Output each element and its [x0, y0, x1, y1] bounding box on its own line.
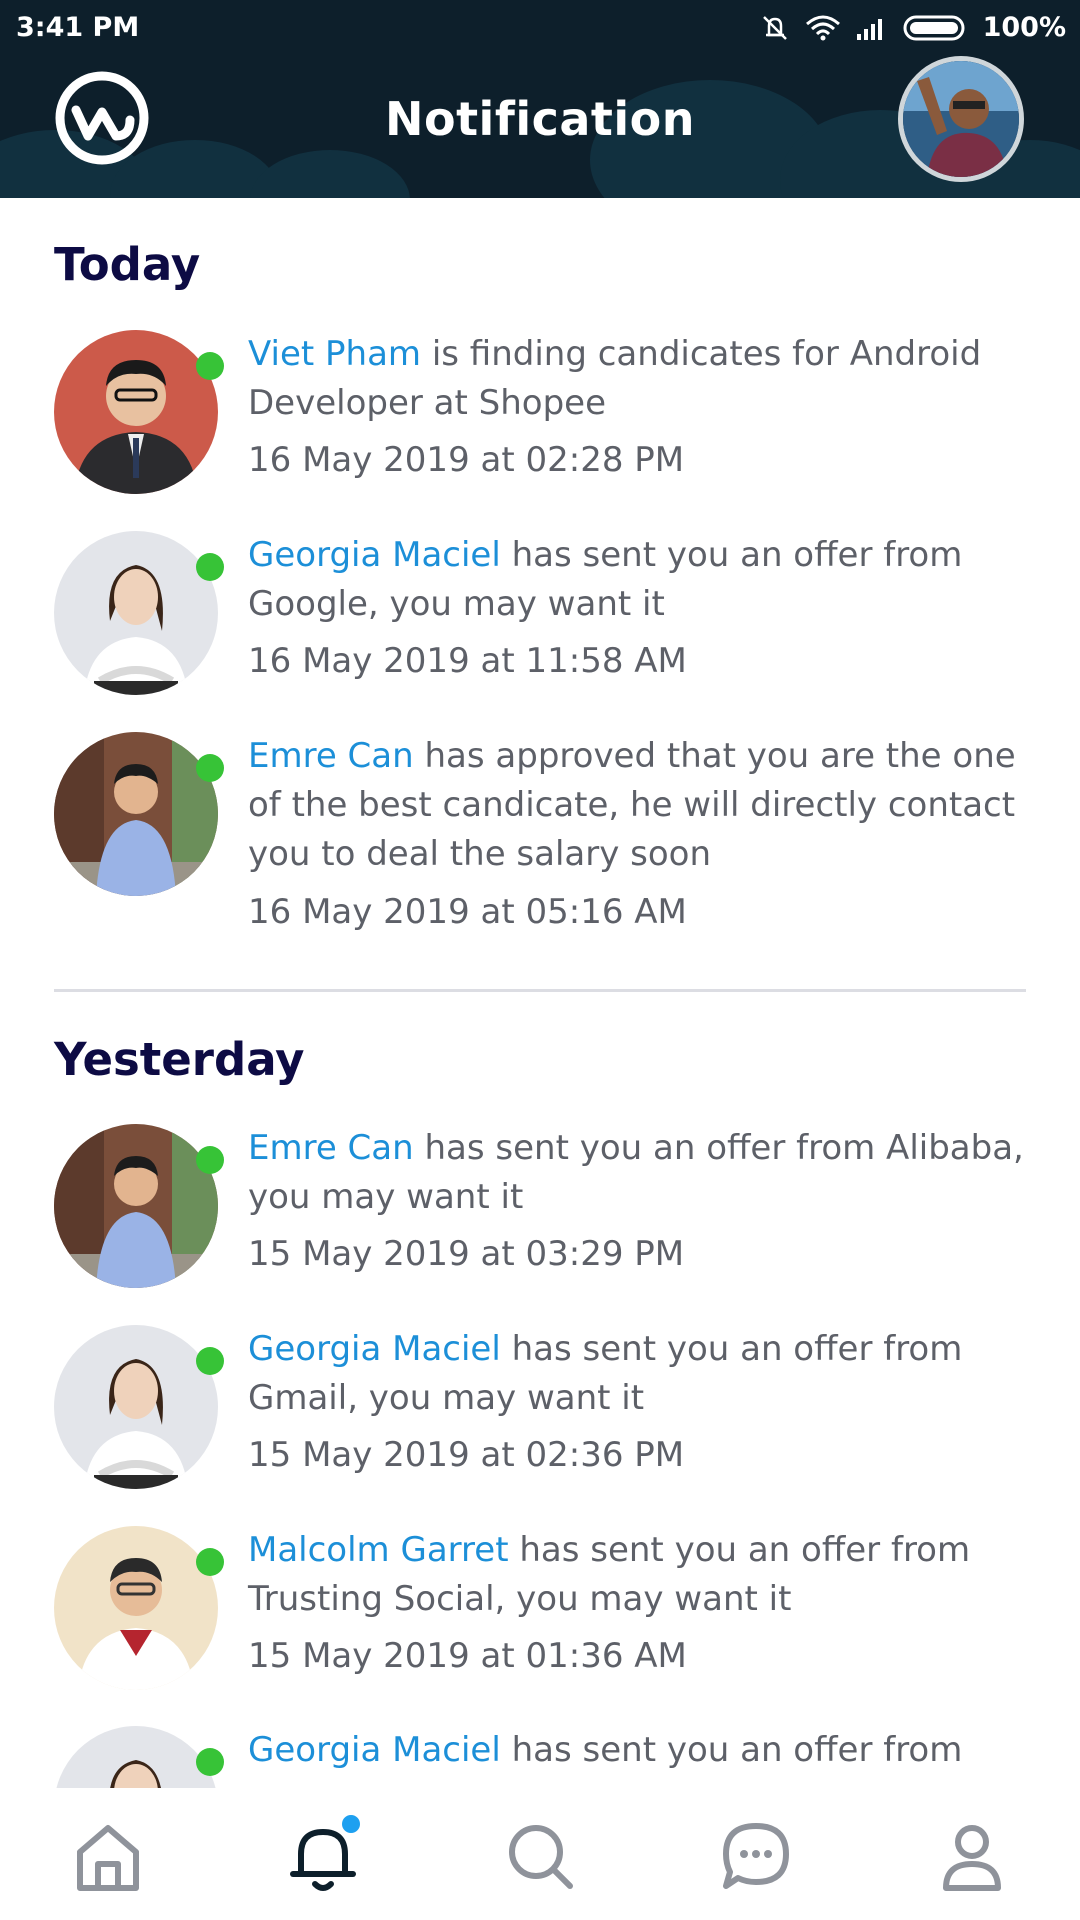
section-title-today: Today	[54, 238, 201, 291]
status-time: 3:41 PM	[16, 12, 140, 43]
notification-time: 16 May 2019 at 02:28 PM	[248, 440, 685, 480]
battery-icon	[903, 15, 965, 40]
user-name-link[interactable]: Emre Can	[248, 1128, 414, 1168]
notification-text: Emre Can has sent you an offer from Alib…	[248, 1124, 1028, 1222]
notification-text: Malcolm Garret has sent you an offer fro…	[248, 1526, 1028, 1624]
notification-time: 15 May 2019 at 02:36 PM	[248, 1435, 685, 1475]
user-name-link[interactable]: Viet Pham	[248, 334, 421, 374]
profile-icon	[943, 1825, 1001, 1891]
notification-text: Georgia Maciel has sent you an offer fro…	[248, 1325, 1028, 1423]
online-status-dot	[196, 1748, 224, 1776]
user-avatar[interactable]	[54, 1526, 218, 1690]
nav-notifications[interactable]	[283, 1812, 363, 1896]
section-title-yesterday: Yesterday	[54, 1033, 305, 1086]
bottom-navigation	[0, 1788, 1080, 1920]
nav-search[interactable]	[500, 1816, 580, 1896]
nav-messages[interactable]	[716, 1816, 796, 1896]
user-avatar[interactable]	[54, 330, 218, 494]
user-name-link[interactable]: Georgia Maciel	[248, 535, 501, 575]
online-status-dot	[196, 553, 224, 581]
notification-text: Viet Pham is finding candicates for Andr…	[248, 330, 1028, 428]
user-avatar[interactable]	[54, 1325, 218, 1489]
online-status-dot	[196, 1548, 224, 1576]
home-icon	[77, 1825, 139, 1891]
section-divider	[54, 989, 1026, 992]
user-name-link[interactable]: Georgia Maciel	[248, 1730, 501, 1770]
user-avatar[interactable]	[54, 531, 218, 695]
battery-percent: 100%	[982, 12, 1066, 43]
user-name-link[interactable]: Georgia Maciel	[248, 1329, 501, 1369]
chat-icon	[723, 1823, 789, 1889]
online-status-dot	[196, 1347, 224, 1375]
wifi-icon	[805, 15, 840, 40]
notification-badge	[339, 1812, 363, 1836]
user-name-link[interactable]: Malcolm Garret	[248, 1530, 509, 1570]
notification-time: 16 May 2019 at 11:58 AM	[248, 641, 687, 681]
nav-home[interactable]	[68, 1816, 148, 1896]
notification-time: 15 May 2019 at 01:36 AM	[248, 1636, 687, 1676]
notification-text: Georgia Maciel has sent you an offer fro…	[248, 1726, 1028, 1775]
notification-time: 16 May 2019 at 05:16 AM	[248, 892, 687, 932]
status-icons: 100%	[759, 12, 1066, 43]
status-bar: 3:41 PM 100%	[0, 0, 1080, 56]
user-avatar[interactable]	[54, 1726, 218, 1788]
user-avatar[interactable]	[54, 1124, 218, 1288]
user-avatar[interactable]	[54, 732, 218, 896]
profile-avatar[interactable]	[898, 56, 1024, 182]
app-header: 3:41 PM 100% Notification	[0, 0, 1080, 198]
user-name-link[interactable]: Emre Can	[248, 736, 414, 776]
header-cloud	[250, 150, 410, 198]
silent-icon	[762, 15, 787, 40]
signal-icon	[856, 18, 882, 40]
online-status-dot	[196, 754, 224, 782]
notification-message: has sent you an offer from	[511, 1730, 963, 1770]
notification-text: Emre Can has approved that you are the o…	[248, 732, 1028, 879]
notification-text: Georgia Maciel has sent you an offer fro…	[248, 531, 1028, 629]
search-icon	[509, 1825, 573, 1889]
nav-profile[interactable]	[932, 1816, 1012, 1896]
notification-time: 15 May 2019 at 03:29 PM	[248, 1234, 685, 1274]
notification-list[interactable]: Today Viet Pham is finding candicates fo…	[0, 198, 1080, 1788]
online-status-dot	[196, 352, 224, 380]
online-status-dot	[196, 1146, 224, 1174]
